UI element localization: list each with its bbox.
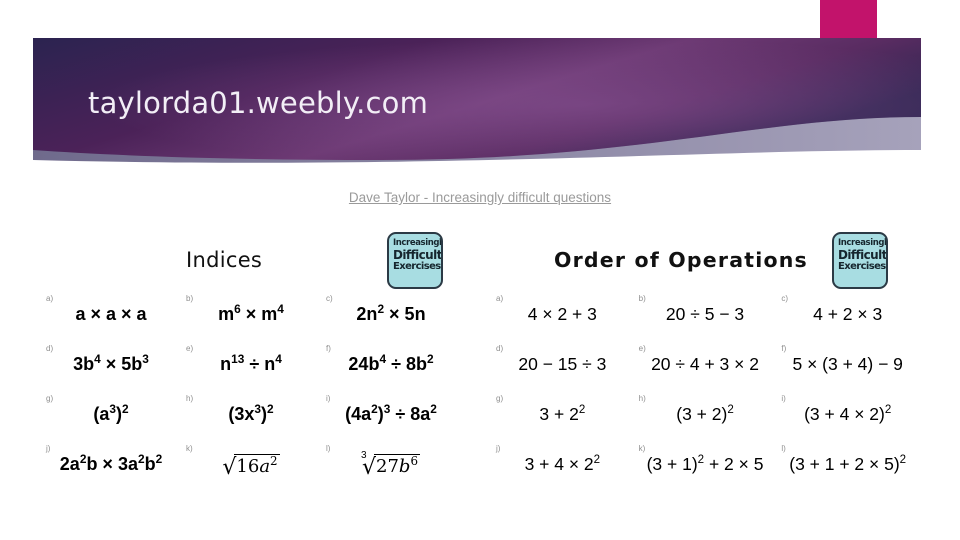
question-item: k) √16a2	[182, 444, 322, 494]
question-grid: a) a × a × a b) m6 × m4 c) 2n2 × 5n d) 3b4 × 5b…	[42, 294, 462, 494]
question-label: h)	[638, 394, 646, 403]
question-item: g) 3 + 22	[492, 394, 635, 444]
question-item: a) 4 × 2 + 3	[492, 294, 635, 344]
question-expression: 3 + 22	[539, 404, 586, 424]
question-expression: 2n2 × 5n	[356, 302, 426, 324]
question-label: i)	[781, 394, 786, 403]
question-label: c)	[326, 294, 333, 303]
question-item: e) n13 ÷ n4	[182, 344, 322, 394]
question-expression: a × a × a	[75, 304, 147, 324]
question-item: f) 24b4 ÷ 8b2	[322, 344, 462, 394]
question-expression: 3 √27b6	[360, 450, 421, 480]
question-row: g) (a3)2 h) (3x3)2 i) (4a2)3 ÷ 8a2	[42, 394, 462, 444]
question-item: j) 3 + 4 × 22	[492, 444, 635, 494]
question-expression: 20 ÷ 5 − 3	[665, 304, 745, 324]
question-label: e)	[186, 344, 194, 353]
worksheet-header: Order of Operations Increasingly Difficu…	[492, 232, 920, 294]
question-expression: 3 + 4 × 22	[524, 454, 601, 474]
question-label: g)	[46, 394, 54, 403]
question-expression: (3x3)2	[228, 402, 274, 424]
question-label: f)	[326, 344, 331, 353]
question-label: b)	[638, 294, 646, 303]
question-label: a)	[46, 294, 54, 303]
logo-line-3: Exercises	[838, 260, 886, 272]
logo-line-2: Difficult	[838, 247, 887, 262]
question-label: h)	[186, 394, 194, 403]
worksheet-title: Indices	[186, 248, 263, 272]
logo-line-2: Difficult	[393, 247, 442, 262]
question-item: i) (3 + 4 × 2)2	[777, 394, 920, 444]
question-item: d) 20 − 15 ÷ 3	[492, 344, 635, 394]
question-item: c) 4 + 2 × 3	[777, 294, 920, 344]
question-expression: 4 + 2 × 3	[813, 304, 883, 324]
question-item: a) a × a × a	[42, 294, 182, 344]
question-expression: m6 × m4	[218, 302, 284, 324]
question-expression: (4a2)3 ÷ 8a2	[345, 402, 437, 424]
source-link[interactable]: Dave Taylor - Increasingly difficult que…	[0, 190, 960, 205]
question-item: b) 20 ÷ 5 − 3	[635, 294, 778, 344]
increasingly-difficult-exercises-logo: Increasingly Difficult Exercises	[387, 232, 443, 289]
question-expression: (3 + 1)2 + 2 × 5	[646, 454, 764, 474]
question-label: g)	[496, 394, 504, 403]
question-label: f)	[781, 344, 787, 353]
question-expression: (3 + 4 × 2)2	[804, 404, 892, 424]
worksheet-indices: Indices Increasingly Difficult Exercises…	[42, 232, 462, 494]
question-item: d) 3b4 × 5b3	[42, 344, 182, 394]
question-expression: 20 − 15 ÷ 3	[518, 354, 607, 374]
logo-line-1: Increasingly	[393, 238, 443, 248]
question-row: d) 20 − 15 ÷ 3 e) 20 ÷ 4 + 3 × 2 f) 5 × (3 + …	[492, 344, 920, 394]
question-label: e)	[638, 344, 646, 353]
question-item: l) (3 + 1 + 2 × 5)2	[777, 444, 920, 494]
logo-line-1: Increasingly	[838, 238, 888, 248]
question-item: l) 3 √27b6	[322, 444, 462, 494]
question-label: l)	[326, 444, 331, 453]
question-row: j) 3 + 4 × 22 k) (3 + 1)2 + 2 × 5 l) (3 + 1 +…	[492, 444, 920, 494]
question-label: k)	[186, 444, 193, 453]
question-item: f) 5 × (3 + 4) − 9	[777, 344, 920, 394]
question-label: j)	[496, 444, 501, 453]
question-expression: n13 ÷ n4	[220, 352, 282, 374]
question-expression: 3b4 × 5b3	[73, 352, 149, 374]
question-expression: 2a2b × 3a2b2	[59, 452, 163, 474]
question-label: c)	[781, 294, 789, 303]
question-item: i) (4a2)3 ÷ 8a2	[322, 394, 462, 444]
question-label: j)	[46, 444, 51, 453]
question-label: k)	[638, 444, 646, 453]
question-label: d)	[496, 344, 504, 353]
question-expression: √16a2	[222, 454, 280, 480]
question-label: d)	[46, 344, 54, 353]
question-expression: 20 ÷ 4 + 3 × 2	[651, 354, 759, 374]
question-item: g) (a3)2	[42, 394, 182, 444]
worksheet-order-of-operations: Order of Operations Increasingly Difficu…	[492, 232, 920, 494]
question-expression: (a3)2	[93, 402, 129, 424]
header-banner: taylorda01.weebly.com	[0, 0, 960, 185]
question-item: c) 2n2 × 5n	[322, 294, 462, 344]
question-row: d) 3b4 × 5b3 e) n13 ÷ n4 f) 24b4 ÷ 8b2	[42, 344, 462, 394]
question-label: l)	[781, 444, 786, 453]
page-title: taylorda01.weebly.com	[88, 86, 429, 120]
worksheet-title: Order of Operations	[554, 248, 808, 272]
question-label: a)	[496, 294, 504, 303]
question-expression: 24b4 ÷ 8b2	[348, 352, 434, 374]
question-expression: (3 + 1 + 2 × 5)2	[789, 454, 907, 474]
question-item: j) 2a2b × 3a2b2	[42, 444, 182, 494]
logo-line-3: Exercises	[393, 260, 441, 272]
question-label: i)	[326, 394, 331, 403]
question-expression: 5 × (3 + 4) − 9	[792, 354, 903, 374]
question-item: e) 20 ÷ 4 + 3 × 2	[635, 344, 778, 394]
question-item: k) (3 + 1)2 + 2 × 5	[635, 444, 778, 494]
question-label: b)	[186, 294, 194, 303]
question-expression: 4 × 2 + 3	[527, 304, 597, 324]
increasingly-difficult-exercises-logo: Increasingly Difficult Exercises	[832, 232, 888, 289]
question-row: j) 2a2b × 3a2b2 k) √16a2 l) 3 √27b6	[42, 444, 462, 494]
worksheet-header: Indices Increasingly Difficult Exercises	[42, 232, 462, 294]
question-grid: a) 4 × 2 + 3 b) 20 ÷ 5 − 3 c) 4 + 2 × 3 d) 20 −…	[492, 294, 920, 494]
question-item: b) m6 × m4	[182, 294, 322, 344]
question-expression: (3 + 2)2	[676, 404, 734, 424]
question-row: a) 4 × 2 + 3 b) 20 ÷ 5 − 3 c) 4 + 2 × 3	[492, 294, 920, 344]
question-item: h) (3x3)2	[182, 394, 322, 444]
question-row: a) a × a × a b) m6 × m4 c) 2n2 × 5n	[42, 294, 462, 344]
question-item: h) (3 + 2)2	[635, 394, 778, 444]
question-row: g) 3 + 22 h) (3 + 2)2 i) (3 + 4 × 2)2	[492, 394, 920, 444]
